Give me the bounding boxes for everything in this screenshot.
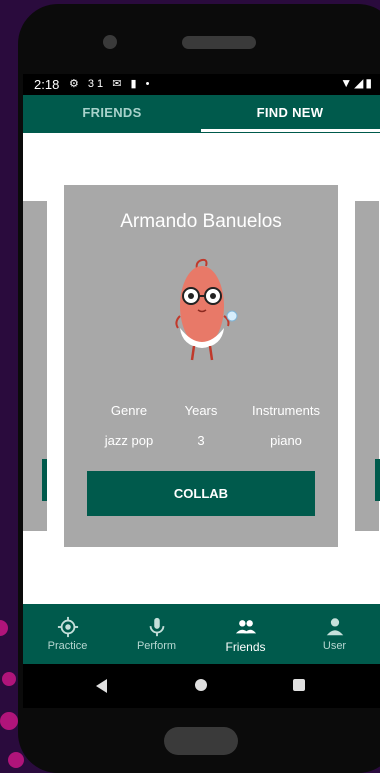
microphone-icon	[149, 617, 165, 637]
person-icon	[326, 618, 344, 636]
background-dot	[8, 752, 24, 768]
avatar-character-icon	[175, 258, 238, 361]
earpiece-speaker	[182, 36, 256, 49]
bottom-navigation: Practice Perform Friends User	[23, 604, 380, 664]
previous-card-peek[interactable]	[23, 201, 47, 531]
nav-perform[interactable]: Perform	[112, 604, 201, 664]
tab-friends[interactable]: FRIENDS	[23, 95, 201, 133]
front-camera	[103, 35, 117, 49]
notification-icons: ⚙ 31 ✉ ▮ •	[69, 78, 153, 90]
previous-card-button-edge	[42, 459, 47, 501]
nav-friends[interactable]: Friends	[201, 604, 290, 664]
background-dot	[0, 620, 8, 636]
genre-label: Genre	[110, 403, 148, 418]
background-dot	[0, 712, 18, 730]
musician-name: Armando Banuelos	[120, 211, 282, 232]
background-dot	[2, 672, 16, 686]
genre-value: jazz pop	[104, 433, 154, 448]
back-icon[interactable]	[96, 679, 107, 693]
nav-user-label: User	[322, 640, 347, 652]
nav-user[interactable]: User	[290, 604, 379, 664]
active-tab-indicator	[201, 129, 380, 132]
status-bar: 2:18 ⚙ 31 ✉ ▮ • ▼◢▮	[23, 74, 380, 95]
recents-icon[interactable]	[293, 679, 305, 691]
next-card-button-edge	[375, 459, 380, 501]
people-icon	[235, 620, 257, 634]
target-icon	[57, 616, 79, 638]
phone-bottom-speaker	[164, 727, 238, 755]
next-card-peek[interactable]	[355, 201, 380, 531]
years-label: Years	[184, 403, 218, 418]
musician-card[interactable]: Armando Banuelos Genre Years Instruments…	[64, 185, 338, 547]
tab-find-new[interactable]: FIND NEW	[201, 95, 379, 133]
system-navigation-bar	[23, 664, 380, 708]
instruments-label: Instruments	[252, 403, 320, 418]
home-icon[interactable]	[195, 679, 207, 691]
nav-friends-label: Friends	[225, 640, 266, 654]
nav-perform-label: Perform	[136, 640, 177, 652]
app-screen: FRIENDS FIND NEW Armando Banuelos Genre …	[23, 95, 380, 664]
collab-button[interactable]: COLLAB	[87, 471, 315, 516]
nav-practice-label: Practice	[47, 640, 88, 652]
nav-practice[interactable]: Practice	[23, 604, 112, 664]
tab-bar: FRIENDS FIND NEW	[23, 95, 380, 133]
years-value: 3	[197, 433, 205, 448]
status-time: 2:18	[34, 77, 60, 92]
signal-battery-icons: ▼◢▮	[340, 76, 374, 90]
instruments-value: piano	[270, 433, 302, 448]
